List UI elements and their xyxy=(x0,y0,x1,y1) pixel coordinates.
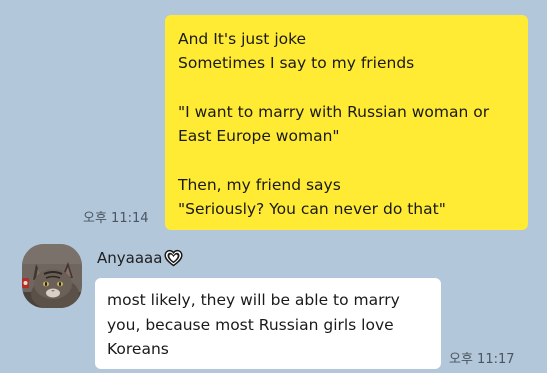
cat-photo-avatar xyxy=(22,244,82,308)
message-line: most likely, they will be able to marry xyxy=(107,291,400,309)
incoming-timestamp: 오후 11:17 xyxy=(449,352,515,367)
message-line: Sometimes I say to my friends xyxy=(178,54,415,73)
message-line: Then, my friend says xyxy=(178,175,341,194)
incoming-message-bubble[interactable]: most likely, they will be able to marry … xyxy=(95,278,441,369)
message-line: Koreans xyxy=(107,340,169,358)
message-line: you, because most Russian girls love xyxy=(107,315,394,334)
message-line xyxy=(178,148,518,172)
outgoing-message-bubble[interactable]: And It's just joke Sometimes I say to my… xyxy=(165,15,528,230)
message-line: "I want to marry with Russian woman or xyxy=(178,102,490,121)
chat-view: And It's just joke Sometimes I say to my… xyxy=(0,0,547,373)
message-line: East Europe woman" xyxy=(178,127,340,146)
message-line: "Seriously? You can never do that" xyxy=(178,200,446,219)
outgoing-timestamp: 오후 11:14 xyxy=(83,211,149,226)
message-line: And It's just joke xyxy=(178,30,307,48)
sender-name-row[interactable]: Anyaaaa xyxy=(97,249,183,267)
message-line xyxy=(178,76,518,100)
avatar[interactable] xyxy=(22,244,82,308)
sender-name: Anyaaaa xyxy=(97,249,163,267)
heart-icon xyxy=(164,249,183,267)
